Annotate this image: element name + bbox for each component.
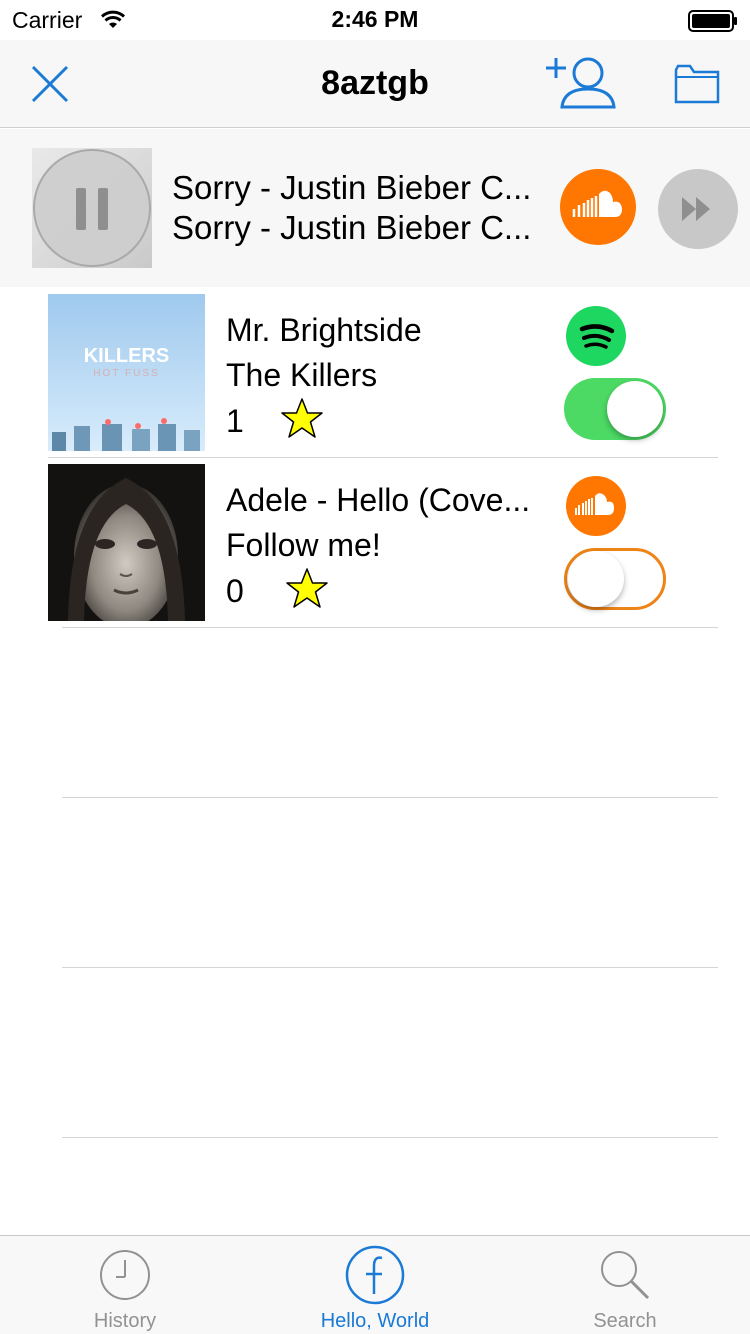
tab-label: History — [93, 1310, 157, 1332]
track-title: Mr. Brightside — [226, 312, 422, 348]
divider — [62, 1137, 718, 1138]
album-art-subtext: HOT FUSS — [93, 368, 159, 379]
vote-count: 0 — [226, 573, 244, 609]
album-artwork — [48, 464, 205, 621]
track-enabled-toggle[interactable] — [564, 378, 666, 440]
divider — [62, 797, 718, 798]
album-artwork: KILLERS HOT FUSS — [48, 294, 205, 451]
divider — [62, 627, 718, 628]
nav-bar: 8aztgb — [0, 40, 750, 128]
track-artist: The Killers — [226, 357, 378, 393]
clock-icon — [100, 1250, 150, 1300]
track-enabled-toggle[interactable] — [564, 548, 666, 610]
tab-label: Hello, World — [320, 1310, 430, 1332]
album-art-text: KILLERS — [84, 345, 170, 367]
add-user-icon[interactable] — [544, 54, 616, 110]
vote-count: 1 — [226, 403, 244, 439]
track-title: Adele - Hello (Cove... — [226, 482, 531, 518]
soundcloud-icon — [560, 169, 636, 245]
now-playing-bar: Sorry - Justin Bieber C... Sorry - Justi… — [0, 129, 750, 287]
pause-button[interactable] — [33, 149, 151, 267]
status-bar: Carrier 2:46 PM — [0, 0, 750, 40]
star-icon[interactable] — [279, 396, 325, 442]
status-time: 2:46 PM — [331, 6, 419, 32]
skip-button[interactable] — [658, 169, 738, 249]
toggle-knob — [568, 551, 624, 607]
tab-search[interactable]: Search — [500, 1236, 750, 1334]
spotify-icon — [566, 306, 626, 366]
track-row[interactable]: KILLERS HOT FUSS Mr. Brightside The Kill… — [0, 288, 750, 458]
tab-label: Search — [593, 1310, 657, 1332]
fast-forward-icon — [682, 197, 710, 221]
toggle-knob — [607, 381, 663, 437]
divider — [62, 967, 718, 968]
track-row[interactable]: Adele - Hello (Cove... Follow me! 0 — [0, 458, 750, 628]
folder-icon[interactable] — [674, 62, 720, 104]
tab-history[interactable]: History — [0, 1236, 250, 1334]
page-title: 8aztgb — [321, 64, 429, 102]
f-logo-icon — [345, 1245, 405, 1305]
now-playing-subtitle: Sorry - Justin Bieber C... — [172, 209, 532, 246]
track-artist: Follow me! — [226, 527, 381, 563]
tab-bar: History Hello, World Search — [0, 1235, 750, 1334]
soundcloud-icon — [566, 476, 626, 536]
star-icon[interactable] — [284, 566, 330, 612]
search-icon — [601, 1251, 650, 1300]
now-playing-title: Sorry - Justin Bieber C... — [172, 169, 532, 206]
tab-hello-world[interactable]: Hello, World — [250, 1236, 500, 1334]
battery-icon — [688, 10, 737, 32]
